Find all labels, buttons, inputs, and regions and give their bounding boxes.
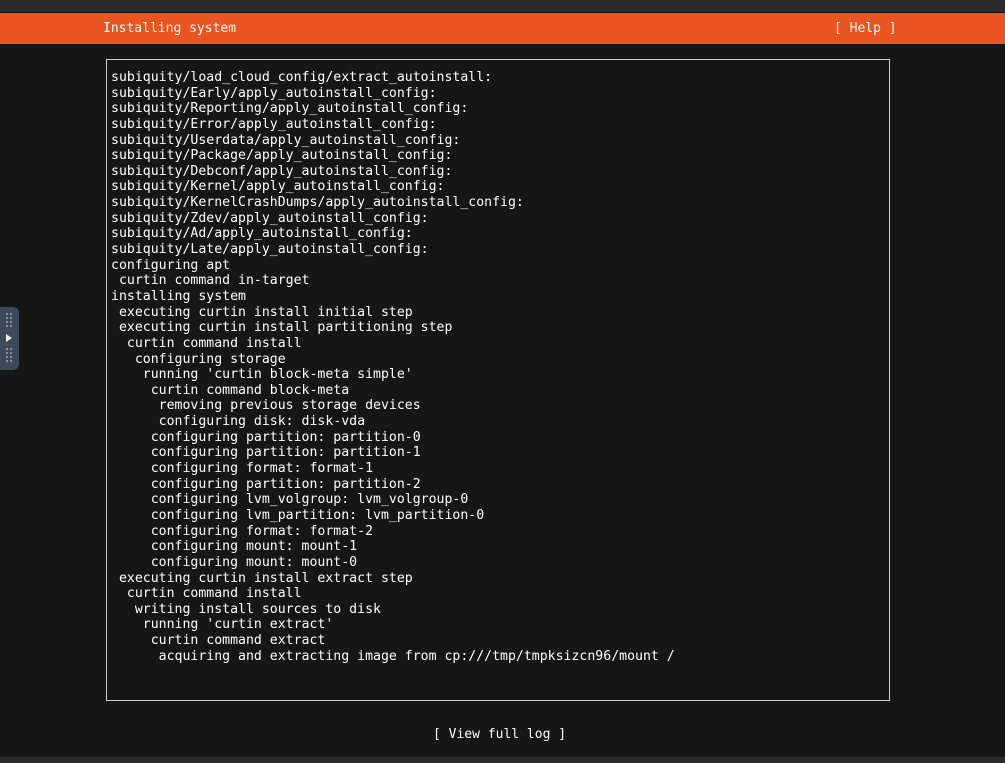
log-line: curtin command install	[111, 335, 302, 351]
log-line: acquiring and extracting image from cp:/…	[111, 648, 675, 664]
log-line: subiquity/Reporting/apply_autoinstall_co…	[111, 101, 469, 117]
log-line: subiquity/Error/apply_autoinstall_config…	[111, 116, 437, 132]
grip-dots-icon	[5, 347, 13, 363]
log-line: configuring lvm_volgroup: lvm_volgroup-0	[111, 492, 469, 508]
log-line: subiquity/Zdev/apply_autoinstall_config:	[111, 210, 429, 226]
log-line: running 'curtin block-meta simple'	[111, 367, 413, 383]
log-line: configuring lvm_partition: lvm_partition…	[111, 507, 485, 523]
log-line: configuring format: format-2	[111, 523, 374, 539]
log-line: executing curtin install partitioning st…	[111, 320, 453, 336]
side-panel-toggle[interactable]	[0, 307, 19, 370]
log-line: curtin command block-meta	[111, 382, 350, 398]
help-button[interactable]: [ Help ]	[834, 21, 897, 37]
log-line: subiquity/Early/apply_autoinstall_config…	[111, 85, 437, 101]
log-line: configuring mount: mount-0	[111, 554, 358, 570]
page-title: Installing system	[103, 21, 237, 36]
log-line: configuring partition: partition-0	[111, 429, 421, 445]
log-line: subiquity/Debconf/apply_autoinstall_conf…	[111, 163, 453, 179]
install-log-panel[interactable]: subiquity/load_cloud_config/extract_auto…	[106, 59, 890, 701]
log-line: writing install sources to disk	[111, 601, 381, 617]
log-line: installing system	[111, 288, 246, 304]
log-line: configuring disk: disk-vda	[111, 414, 366, 430]
log-line: configuring mount: mount-1	[111, 539, 358, 555]
log-line: curtin command extract	[111, 633, 326, 649]
play-arrow-icon	[6, 334, 12, 342]
log-line: executing curtin install initial step	[111, 304, 413, 320]
log-line: removing previous storage devices	[111, 398, 421, 414]
log-lines: subiquity/load_cloud_config/extract_auto…	[111, 70, 675, 664]
window-top-strip	[0, 0, 1005, 12]
window-bottom-strip	[0, 757, 1005, 763]
log-line: subiquity/load_cloud_config/extract_auto…	[111, 70, 493, 85]
log-line: subiquity/Late/apply_autoinstall_config:	[111, 242, 429, 258]
log-line: curtin command install	[111, 586, 302, 602]
log-line: executing curtin install extract step	[111, 570, 413, 586]
log-line: configuring storage	[111, 351, 286, 367]
log-line: configuring apt	[111, 257, 231, 273]
log-line: subiquity/Package/apply_autoinstall_conf…	[111, 148, 453, 164]
log-line: running 'curtin extract'	[111, 617, 334, 633]
log-line: configuring partition: partition-1	[111, 445, 421, 461]
view-full-log-button[interactable]: [ View full log ]	[433, 727, 566, 743]
log-line: subiquity/Userdata/apply_autoinstall_con…	[111, 132, 461, 148]
log-line: curtin command in-target	[111, 273, 310, 289]
log-line: configuring partition: partition-2	[111, 476, 421, 492]
log-line: subiquity/KernelCrashDumps/apply_autoins…	[111, 195, 524, 211]
installer-header: Installing system [ Help ]	[0, 13, 1005, 44]
log-line: subiquity/Ad/apply_autoinstall_config:	[111, 226, 413, 242]
grip-dots-icon	[5, 312, 13, 328]
log-line: configuring format: format-1	[111, 461, 374, 477]
log-line: subiquity/Kernel/apply_autoinstall_confi…	[111, 179, 445, 195]
